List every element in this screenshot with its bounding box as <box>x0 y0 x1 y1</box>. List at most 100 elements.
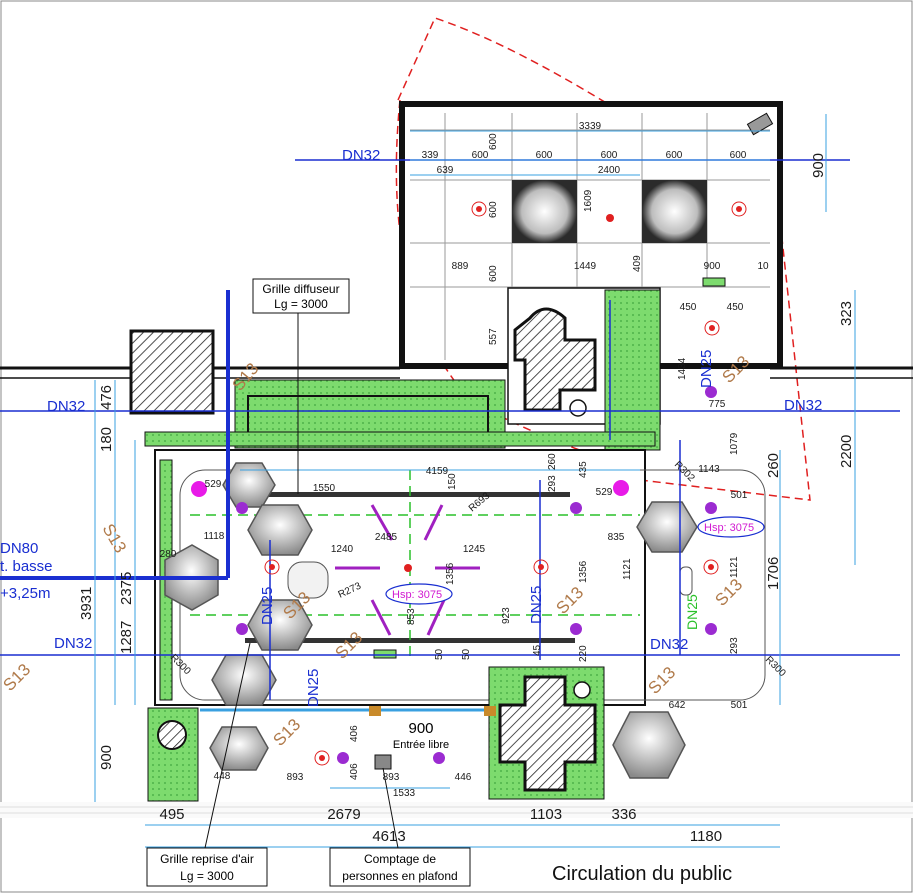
pipe-label: DN25 <box>684 594 700 630</box>
dimension: 900 <box>704 261 721 272</box>
vent-grille <box>702 277 726 287</box>
pipe-label: DN25 <box>305 669 322 707</box>
pipe-label: DN80 <box>0 540 38 557</box>
ceiling-light <box>642 180 707 243</box>
dimension: 900 <box>98 745 115 770</box>
door-hinge <box>484 706 496 716</box>
round-drain <box>569 399 587 417</box>
dimension: 3931 <box>78 587 95 620</box>
dimension: 642 <box>669 700 686 711</box>
dimension: 501 <box>731 700 748 711</box>
pipe-label: t. basse <box>0 558 53 575</box>
dimension: 1143 <box>698 464 720 475</box>
callout-text: Grille diffuseur <box>262 282 339 296</box>
dimension: 1287 <box>118 621 135 654</box>
callout-text: Grille reprise d'air <box>160 852 254 866</box>
round-drain <box>573 681 591 699</box>
entrance-width: 900 <box>408 720 433 737</box>
dimension: 180 <box>98 427 115 452</box>
door-hinge <box>369 706 381 716</box>
dimension: 1103 <box>530 806 562 823</box>
dimension: 1240 <box>331 544 354 555</box>
dimension: 600 <box>488 133 499 150</box>
dimension: 406 <box>349 725 360 742</box>
dimension: 50 <box>461 648 472 660</box>
dimension: 1434 <box>677 357 688 380</box>
dimension: 893 <box>383 772 400 783</box>
dimension: 1356 <box>578 560 589 583</box>
grille-diffuser-bar <box>245 492 570 497</box>
pipe-label: DN25 <box>698 350 715 388</box>
floor-strip <box>0 802 913 818</box>
dimension: 923 <box>501 607 512 624</box>
green-band <box>144 431 656 447</box>
dimension: 406 <box>349 763 360 780</box>
dimension: 1121 <box>622 558 633 580</box>
dimension: 45 <box>532 644 543 656</box>
dimension: 323 <box>838 301 855 326</box>
people-counter-icon <box>374 754 392 770</box>
dimension: 409 <box>632 255 643 272</box>
dimension: 775 <box>709 399 726 410</box>
pipe-label: DN32 <box>54 635 92 652</box>
height-label: Hsp: 3075 <box>704 522 754 534</box>
entrance-label: Entrée libre <box>393 739 449 751</box>
dimension: 600 <box>730 150 747 161</box>
dimension: 150 <box>447 473 458 490</box>
dimension: 293 <box>547 475 558 492</box>
dimension: 600 <box>488 265 499 282</box>
dimension: 529 <box>205 479 222 490</box>
dimension: 1118 <box>204 531 225 542</box>
dimension: 889 <box>452 261 469 272</box>
callout-text: personnes en plafond <box>342 869 457 883</box>
vent-grille <box>373 649 397 659</box>
dimension: 1121 <box>729 556 740 578</box>
pipe-label: DN32 <box>650 636 688 653</box>
dimension: 600 <box>536 150 553 161</box>
dimension: 446 <box>455 772 472 783</box>
dimension: 2200 <box>838 435 855 468</box>
dimension: 2375 <box>118 572 135 605</box>
dimension: 336 <box>611 806 636 823</box>
dimension: 600 <box>488 201 499 218</box>
dimension: 1706 <box>765 557 782 590</box>
structural-column-left <box>129 329 215 415</box>
dimension: 220 <box>578 645 589 662</box>
pipe-label: DN32 <box>784 397 822 414</box>
dimension: 1180 <box>690 828 722 845</box>
dimension: 639 <box>437 165 454 176</box>
dimension: 600 <box>601 150 618 161</box>
dimension: 1609 <box>583 189 594 212</box>
dimension: 1245 <box>463 544 486 555</box>
dimension: 495 <box>159 806 184 823</box>
callout-text: Lg = 3000 <box>274 297 328 311</box>
basin <box>679 566 693 596</box>
green-column <box>604 289 661 451</box>
dimension: 476 <box>98 385 115 410</box>
pipe-label: DN32 <box>47 398 85 415</box>
dimension: 450 <box>680 302 697 313</box>
dimension: 600 <box>472 150 489 161</box>
dimension: 450 <box>727 302 744 313</box>
dimension: 2400 <box>598 165 621 176</box>
dimension: 1550 <box>313 483 336 494</box>
dimension: 4613 <box>372 828 405 845</box>
floor-plan-drawing: DN32 DN32 DN32 DN32 DN32 DN80 t. basse +… <box>0 0 913 893</box>
dimension: 435 <box>578 461 589 478</box>
dimension: 900 <box>810 153 827 178</box>
dimension: 2485 <box>375 532 398 543</box>
dimension: 280 <box>160 549 177 560</box>
dimension: 260 <box>547 453 558 470</box>
dimension: 448 <box>214 771 231 782</box>
dimension: 4159 <box>426 466 449 477</box>
pipe-label: DN32 <box>342 147 380 164</box>
callout-text: Lg = 3000 <box>180 869 234 883</box>
dimension: 893 <box>287 772 304 783</box>
dimension: 835 <box>608 532 625 543</box>
dimension: 529 <box>596 487 613 498</box>
round-column <box>157 720 187 750</box>
dimension: 1449 <box>574 261 597 272</box>
callout-text: Comptage de <box>364 852 436 866</box>
pipe-label: DN25 <box>259 587 276 625</box>
dimension: 10 <box>757 261 769 272</box>
